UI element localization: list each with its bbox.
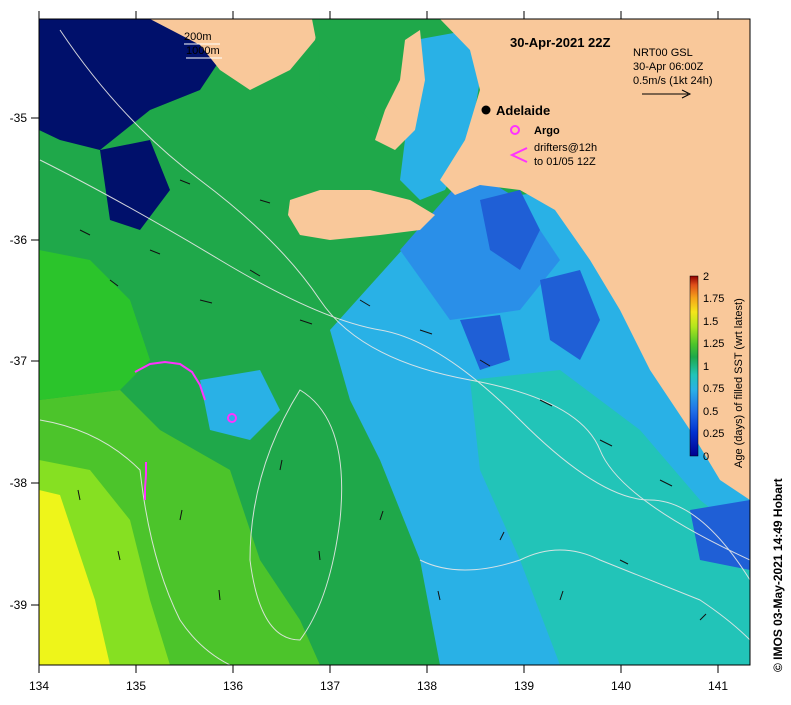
colorbar-tick: 2 (703, 271, 709, 283)
colorbar-tick: 0.5 (703, 406, 718, 418)
sst-age-map-figure: 134 135 136 137 138 139 140 141 -35 -36 … (0, 0, 791, 700)
contour-legend-1000m: 1000m (186, 45, 220, 57)
colorbar-tick: 1.75 (703, 293, 724, 305)
city-dot-icon (481, 105, 491, 115)
x-tick-label: 139 (514, 679, 534, 693)
colorbar-ramp (689, 275, 699, 457)
x-tick-label: 136 (223, 679, 243, 693)
contour-legend-200m: 200m (184, 31, 212, 43)
colorbar-tick: 1.25 (703, 338, 724, 350)
x-tick-label: 138 (417, 679, 437, 693)
colorbar-tick: 1.5 (703, 316, 718, 328)
colorbar-label: Age (days) of filled SST (wrt latest) (733, 298, 745, 468)
argo-legend-label: Argo (534, 125, 560, 137)
y-tick-label: -39 (10, 598, 28, 612)
product-line-2: 30-Apr 06:00Z (633, 61, 704, 73)
drifter-legend-line-1: drifters@12h (534, 142, 597, 154)
colorbar-tick: 0 (703, 451, 709, 463)
x-tick-label: 134 (29, 679, 49, 693)
city-label: Adelaide (496, 103, 550, 118)
y-axis-labels: -35 -36 -37 -38 -39 (10, 111, 28, 612)
credit-label: © IMOS 03-May-2021 14:49 Hobart (771, 478, 785, 672)
map-title: 30-Apr-2021 22Z (510, 35, 610, 50)
y-tick-label: -38 (10, 476, 28, 490)
colorbar-tick: 1 (703, 361, 709, 373)
drifter-path (144, 462, 147, 500)
x-axis-labels: 134 135 136 137 138 139 140 141 (29, 679, 728, 693)
product-line-1: NRT00 GSL (633, 47, 693, 59)
x-tick-label: 140 (611, 679, 631, 693)
y-tick-label: -35 (10, 111, 28, 125)
drifter-legend-line-2: to 01/05 12Z (534, 156, 596, 168)
x-tick-label: 137 (320, 679, 340, 693)
x-tick-label: 135 (126, 679, 146, 693)
colorbar-tick: 0.25 (703, 428, 724, 440)
x-tick-label: 141 (708, 679, 728, 693)
y-tick-label: -36 (10, 233, 28, 247)
colorbar-tick: 0.75 (703, 383, 724, 395)
y-tick-label: -37 (10, 354, 28, 368)
sst-field (39, 19, 750, 665)
product-line-3: 0.5m/s (1kt 24h) (633, 75, 712, 87)
